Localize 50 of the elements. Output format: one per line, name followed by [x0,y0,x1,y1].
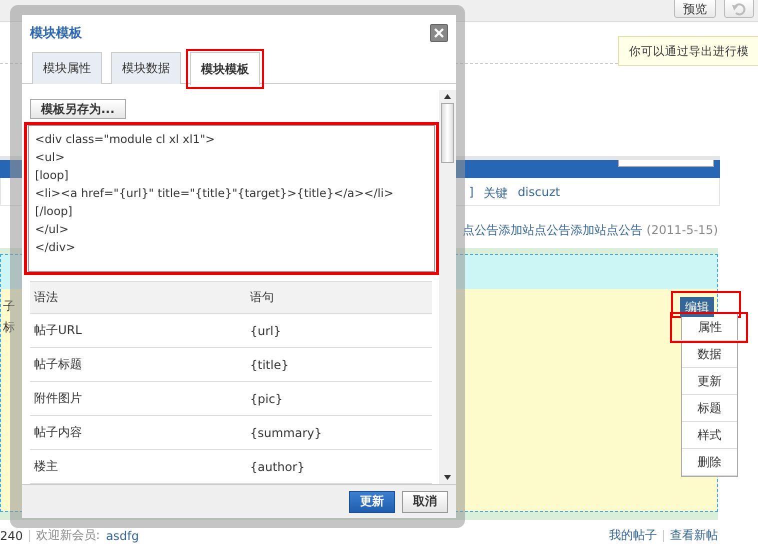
close-icon [434,28,444,38]
tag-label: 关键 [484,185,508,202]
undo-button[interactable] [724,0,754,18]
footer-link[interactable]: 我的帖子 [609,527,657,544]
table-cell-text: 附件图片 [33,390,83,407]
dialog-title: 模块模板 [30,24,82,42]
close-button[interactable] [430,24,448,42]
footer-link[interactable]: 查看新帖 [670,527,718,544]
post-text: 标 [3,319,15,336]
table-cell-text: {title} [249,358,290,372]
code-editor[interactable]: <div class="module cl xl xl1"> <ul> [loop] <li><a href="{url}" title="{title}"{target}>{title}</a></li> [/loop] </ul> </div> [28,125,435,272]
tab[interactable]: 模块数据 [111,52,181,84]
menu-item[interactable]: 数据 [682,341,737,368]
table-cell-text: {url} [249,324,282,338]
scrollbar[interactable] [439,90,456,484]
search-field[interactable] [618,160,714,167]
table-cell-text: 楼主 [33,458,59,475]
column-header: 语句 [249,289,275,306]
tag-link[interactable]: discuzt [518,185,560,205]
table-cell-text: {summary} [249,426,323,440]
welcome-text: 欢迎新会员: [36,527,100,544]
announcement-link[interactable]: 点公告添加站点公告添加站点公告 [462,223,643,237]
save-as-button[interactable]: 模板另存为... [30,99,126,120]
scroll-down-icon[interactable] [444,475,451,480]
announcement-date: (2011-5-15) [646,223,718,237]
menu-item[interactable]: 更新 [682,368,737,395]
notice: 你可以通过导出进行模 [618,36,758,66]
table-cell-text: {pic} [249,392,284,406]
table-cell-text: 帖子标题 [33,356,83,373]
menu-item[interactable]: 标题 [682,395,737,422]
member-count: 240 [0,528,23,542]
tab[interactable]: 模块属性 [32,52,102,84]
tab[interactable]: 模块模板 [190,52,260,85]
menu-item[interactable]: 属性 [672,314,746,341]
edit-button[interactable]: 编辑 [680,297,714,317]
post-text: 子 [3,298,15,315]
member-link[interactable]: asdfg [106,528,140,542]
preview-button[interactable]: 预览 [674,0,716,18]
table-cell-text: 帖子URL [33,322,83,339]
cancel-button[interactable]: 取消 [402,490,448,512]
update-button[interactable]: 更新 [349,490,395,512]
column-header: 语法 [33,289,59,306]
table-cell-text: 帖子内容 [33,424,83,441]
scroll-thumb[interactable] [441,103,454,163]
menu-item[interactable]: 删除 [682,449,737,476]
undo-icon [732,2,746,16]
table-cell-text: {author} [249,460,306,474]
menu-item[interactable]: 样式 [682,422,737,449]
bracket-text: ] [469,185,474,201]
scroll-up-icon[interactable] [444,94,451,99]
